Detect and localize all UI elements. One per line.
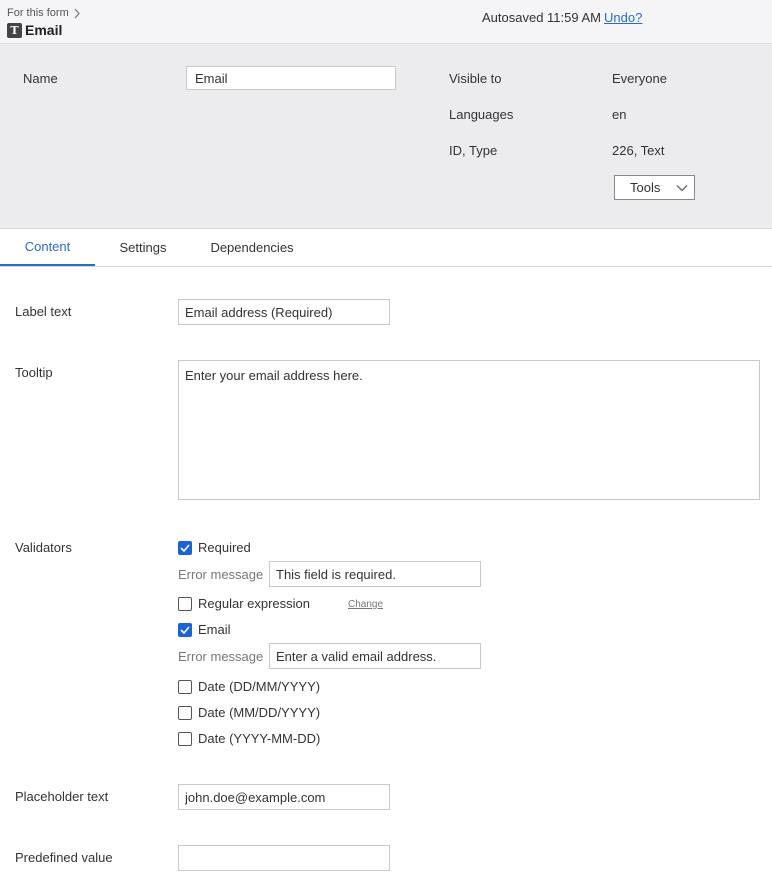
visible-to-label: Visible to bbox=[449, 71, 502, 86]
placeholder-text-label: Placeholder text bbox=[15, 789, 109, 804]
required-checkbox[interactable] bbox=[178, 540, 192, 555]
tab-settings[interactable]: Settings bbox=[107, 229, 179, 266]
top-bar: For this form T Email Autosaved 11:59 AM… bbox=[0, 0, 772, 44]
autosave-text: Autosaved 11:59 AM bbox=[482, 10, 602, 25]
id-type-value: 226, Text bbox=[612, 143, 665, 158]
tooltip-textarea[interactable]: Enter your email address here. bbox=[178, 360, 760, 500]
validators-label: Validators bbox=[15, 540, 72, 555]
date-ymd-checkbox[interactable] bbox=[178, 731, 192, 746]
checkmark-icon bbox=[180, 543, 190, 552]
placeholder-text-input[interactable] bbox=[178, 784, 390, 810]
required-label: Required bbox=[198, 540, 251, 555]
date-mdy-label: Date (MM/DD/YYYY) bbox=[198, 705, 321, 720]
email-checkbox[interactable] bbox=[178, 622, 192, 637]
tools-dropdown-button[interactable]: Tools bbox=[614, 175, 695, 200]
name-label: Name bbox=[23, 71, 58, 86]
predefined-value-input[interactable] bbox=[178, 845, 390, 871]
tab-dependencies[interactable]: Dependencies bbox=[198, 229, 306, 266]
id-type-label: ID, Type bbox=[449, 143, 498, 158]
properties-panel: Name Visible to Everyone Languages en ID… bbox=[0, 44, 772, 229]
email-validator-label: Email bbox=[198, 622, 231, 637]
text-field-type-icon: T bbox=[7, 22, 22, 38]
tab-bar: Content Settings Dependencies bbox=[0, 229, 772, 267]
languages-label: Languages bbox=[449, 107, 514, 122]
date-dmy-label: Date (DD/MM/YYYY) bbox=[198, 679, 321, 694]
breadcrumb-for-this-form[interactable]: For this form bbox=[7, 7, 69, 19]
tab-content[interactable]: Content bbox=[0, 229, 95, 266]
breadcrumb: For this form bbox=[7, 7, 81, 19]
autosave-status: Autosaved 11:59 AM Undo? bbox=[482, 10, 642, 25]
chevron-right-icon bbox=[74, 8, 80, 18]
name-input[interactable] bbox=[186, 66, 396, 90]
required-error-message-label: Error message bbox=[178, 567, 264, 582]
chevron-down-icon bbox=[676, 185, 688, 192]
validator-date-ymd: Date (YYYY-MM-DD) bbox=[178, 731, 320, 746]
tools-label: Tools bbox=[630, 180, 661, 195]
tooltip-label: Tooltip bbox=[15, 365, 53, 380]
validator-date-dmy: Date (DD/MM/YYYY) bbox=[178, 679, 320, 694]
page-title-text: Email bbox=[25, 22, 63, 38]
validator-regular-expression: Regular expression bbox=[178, 596, 310, 611]
regular-expression-label: Regular expression bbox=[198, 596, 311, 611]
regular-expression-checkbox[interactable] bbox=[178, 596, 192, 611]
email-error-message-label: Error message bbox=[178, 649, 264, 664]
label-text-label: Label text bbox=[15, 304, 72, 319]
email-error-message-input[interactable] bbox=[269, 643, 481, 669]
visible-to-value: Everyone bbox=[612, 71, 667, 86]
page-title: T Email bbox=[7, 22, 62, 38]
validator-date-mdy: Date (MM/DD/YYYY) bbox=[178, 705, 320, 720]
languages-value: en bbox=[612, 107, 627, 122]
validator-email: Email bbox=[178, 622, 231, 637]
validator-required: Required bbox=[178, 540, 251, 555]
required-error-message-input[interactable] bbox=[269, 561, 481, 587]
undo-link[interactable]: Undo? bbox=[604, 10, 642, 25]
date-dmy-checkbox[interactable] bbox=[178, 679, 192, 694]
regular-expression-change-link[interactable]: Change bbox=[348, 599, 383, 610]
predefined-value-label: Predefined value bbox=[15, 850, 113, 865]
date-mdy-checkbox[interactable] bbox=[178, 705, 192, 720]
date-ymd-label: Date (YYYY-MM-DD) bbox=[198, 731, 321, 746]
label-text-input[interactable] bbox=[178, 299, 390, 325]
checkmark-icon bbox=[180, 625, 190, 634]
